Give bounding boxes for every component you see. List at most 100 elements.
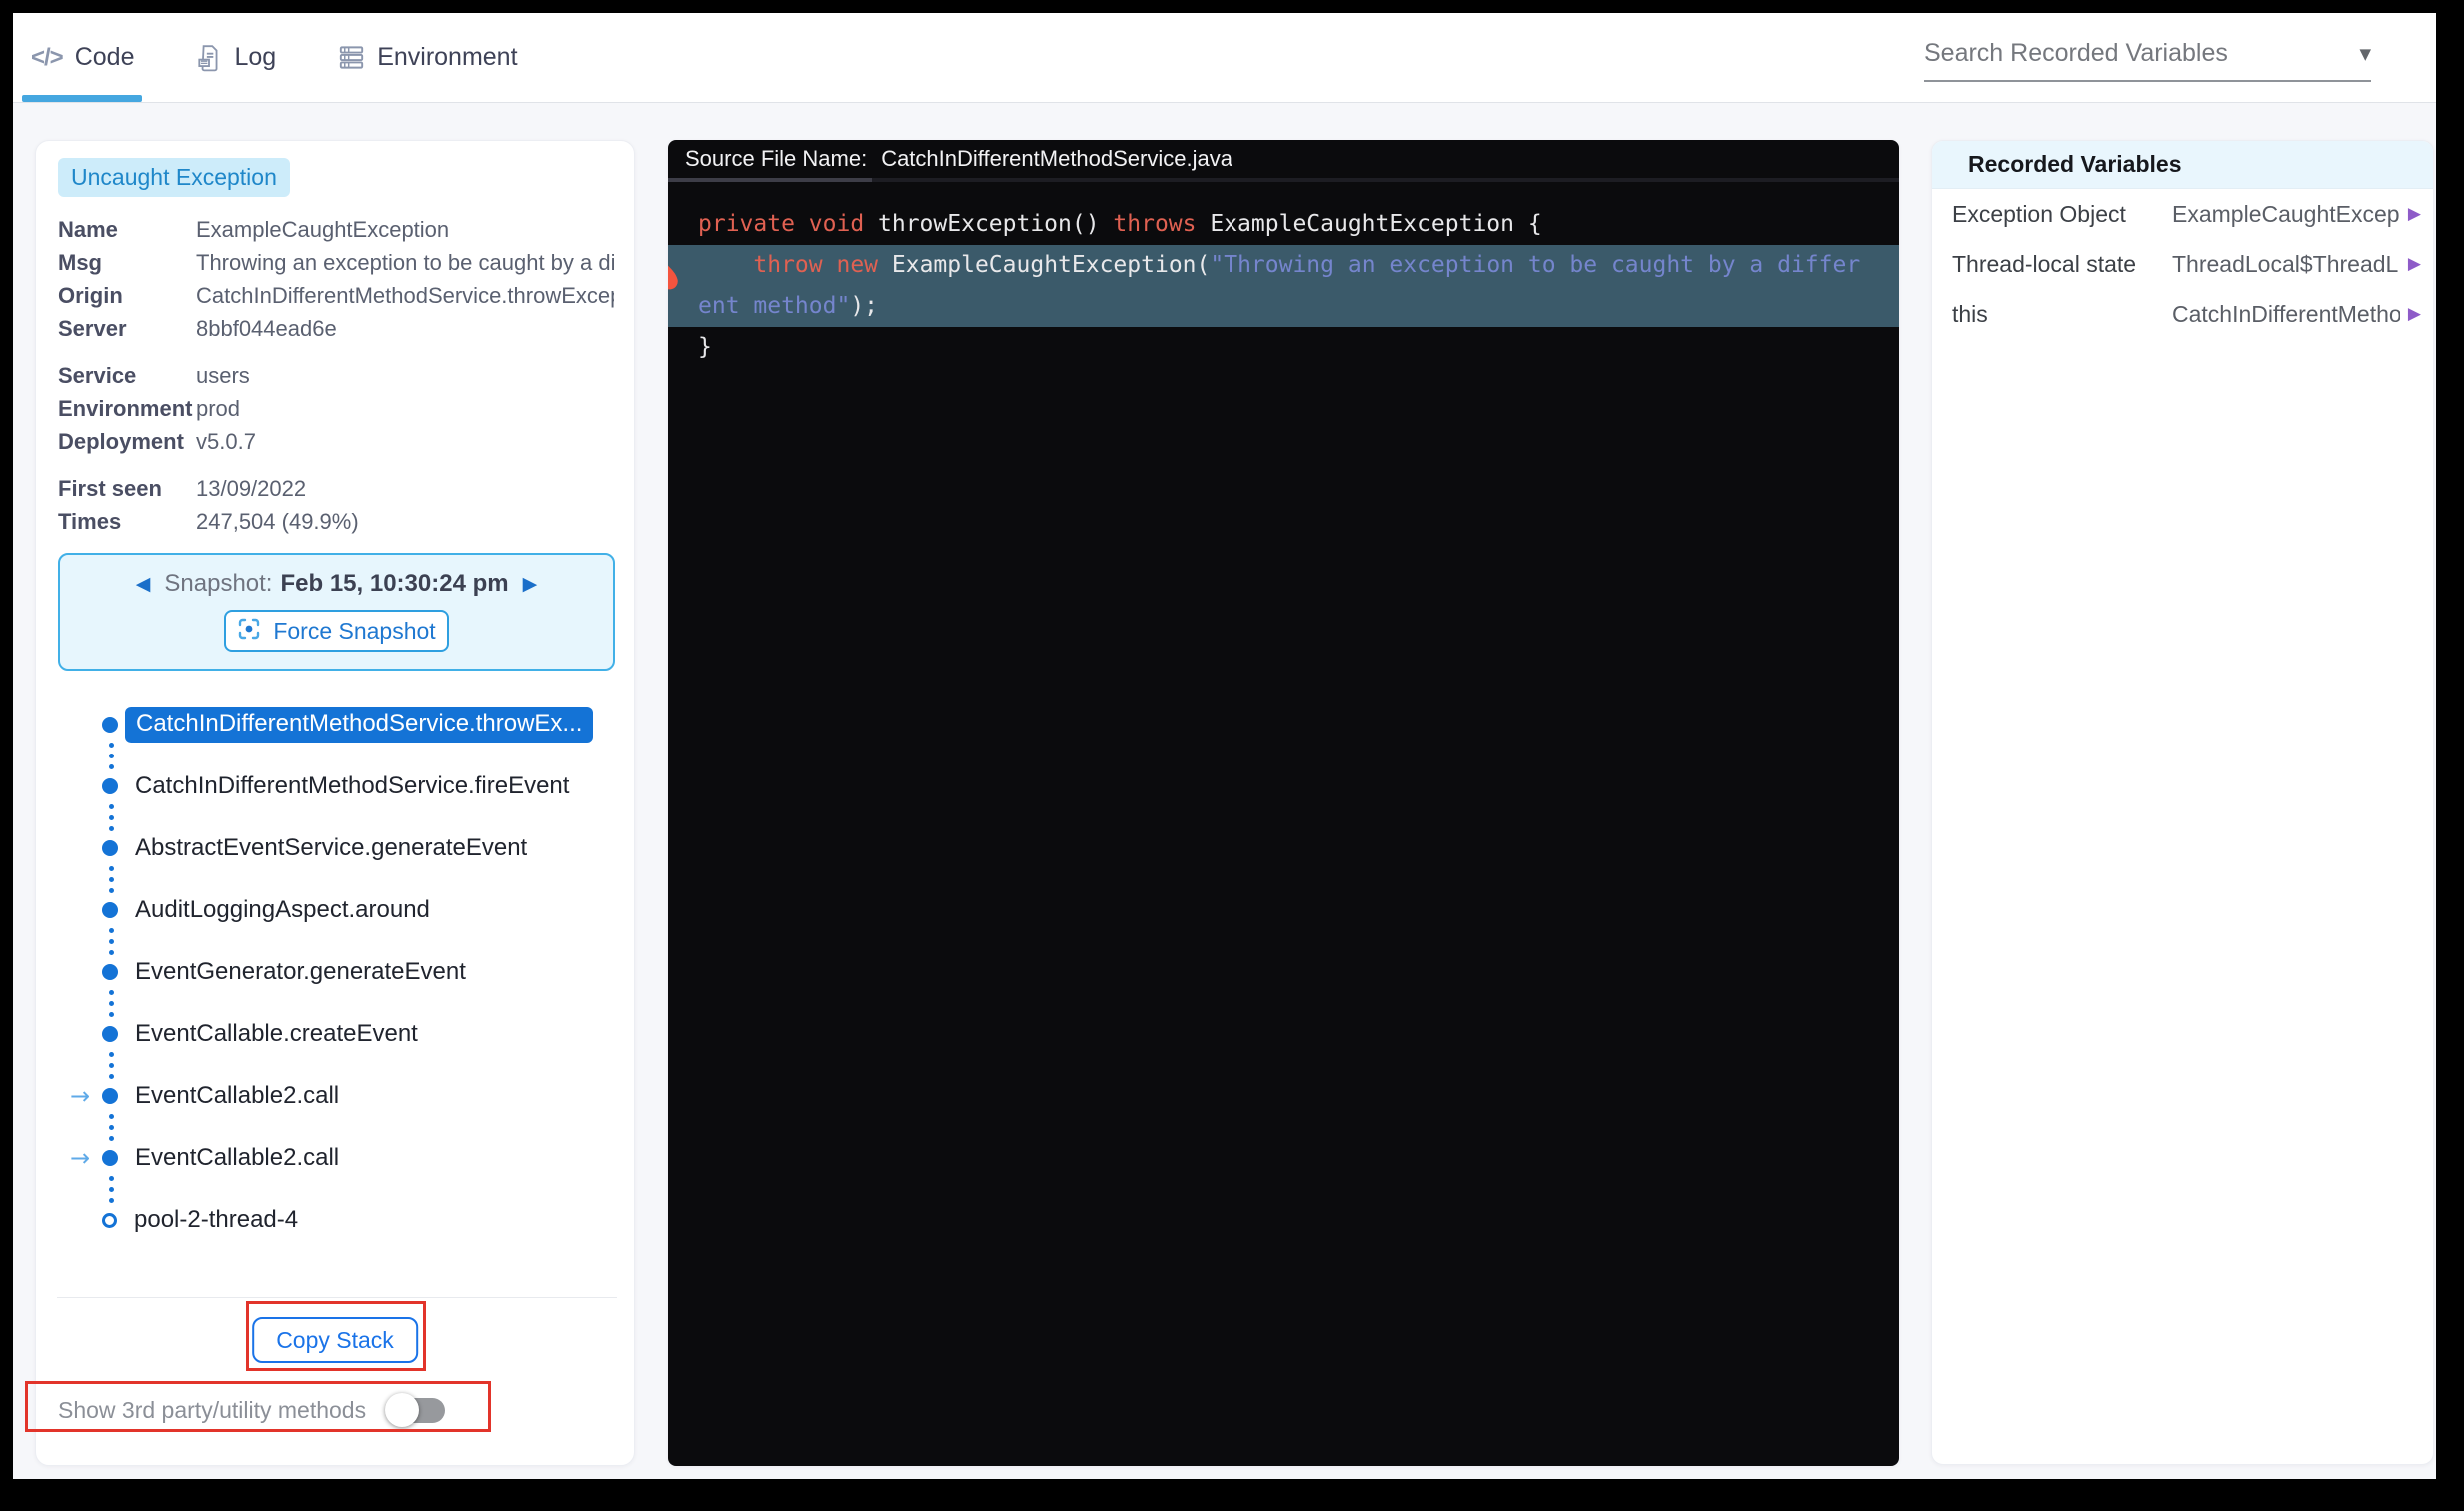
expand-variable-icon[interactable]: ▶ — [2408, 304, 2421, 324]
force-snapshot-button[interactable]: Force Snapshot — [224, 610, 449, 652]
stack-connector — [109, 739, 114, 772]
source-file-header: Source File Name: CatchInDifferentMethod… — [668, 140, 1899, 178]
code-line-3: } — [698, 334, 712, 360]
variable-value: ThreadLocal$ThreadL... — [2172, 250, 2400, 277]
exception-type-badge: Uncaught Exception — [58, 158, 290, 197]
variable-name: this — [1952, 300, 1988, 327]
variable-name: Thread-local state — [1952, 250, 2137, 277]
code-header-divider — [668, 178, 1899, 182]
stack-connector — [109, 862, 114, 896]
source-code-panel: Source File Name: CatchInDifferentMethod… — [668, 140, 1899, 1466]
tab-log[interactable]: Log — [196, 43, 276, 72]
tab-environment-label: Environment — [377, 43, 518, 71]
stack-frame-label: EventCallable.createEvent — [135, 1020, 418, 1047]
stack-frame-label: AuditLoggingAspect.around — [135, 896, 430, 923]
detail-value: prod — [196, 395, 241, 421]
recorded-variables-title: Recorded Variables — [1968, 151, 2182, 177]
source-file-label: Source File Name: — [685, 146, 868, 171]
stack-frame[interactable]: EventCallable.createEvent — [36, 1020, 634, 1048]
third-party-toggle[interactable] — [385, 1392, 446, 1427]
stack-frame-label: AbstractEventService.generateEvent — [135, 834, 528, 861]
detail-value: users — [196, 362, 250, 388]
stack-connector — [109, 924, 114, 958]
detail-label: Origin — [58, 282, 123, 308]
detail-value: ExampleCaughtException — [196, 216, 450, 242]
detail-label: Environment — [58, 395, 193, 421]
stack-frame[interactable]: → EventCallable2.call — [36, 1082, 634, 1110]
stack-frame-dot-icon — [102, 1026, 118, 1042]
stack-trace-list: CatchInDifferentMethodService.throwEx...… — [36, 707, 634, 1234]
code-line-2a: throw new ExampleCaughtException("Throwi… — [698, 252, 1861, 278]
tab-code[interactable]: </> Code — [31, 43, 134, 72]
stack-frame[interactable]: AuditLoggingAspect.around — [36, 896, 634, 924]
stack-frame[interactable]: EventGenerator.generateEvent — [36, 958, 634, 986]
app-window: </> Code Log Environment Search Recorded… — [13, 13, 2436, 1479]
stack-frame-dot-icon — [102, 902, 118, 918]
stack-frame-label: pool-2-thread-4 — [134, 1206, 299, 1233]
snapshot-focus-icon — [237, 617, 261, 646]
detail-row-origin: Origin CatchInDifferentMethodService.thr… — [58, 279, 614, 312]
recorded-variables-panel: Recorded Variables Exception Object Exam… — [1931, 140, 2434, 1465]
stack-connector — [109, 1172, 114, 1206]
code-line-1: private void throwException() throws Exa… — [698, 211, 1542, 237]
detail-row-first-seen: First seen 13/09/2022 — [58, 472, 614, 505]
search-recorded-variables-select[interactable]: Search Recorded Variables ▼ — [1924, 39, 2371, 82]
highlighted-code-block: throw new ExampleCaughtException("Throwi… — [668, 245, 1899, 327]
exception-details-panel: Uncaught Exception Name ExampleCaughtExc… — [35, 140, 635, 1466]
stack-frame-dot-icon — [102, 778, 118, 794]
stack-frame-thread[interactable]: pool-2-thread-4 — [36, 1206, 634, 1234]
current-frame-arrow-icon: → — [70, 1082, 91, 1110]
detail-row-times: Times 247,504 (49.9%) — [58, 505, 614, 538]
exception-details: Name ExampleCaughtException Msg Throwing… — [58, 213, 614, 552]
tab-environment[interactable]: Environment — [338, 43, 518, 72]
detail-row-environment: Environment prod — [58, 392, 614, 425]
source-file-name: CatchInDifferentMethodService.java — [881, 146, 1232, 171]
detail-label: Msg — [58, 249, 102, 275]
stack-frame[interactable]: AbstractEventService.generateEvent — [36, 834, 634, 862]
expand-variable-icon[interactable]: ▶ — [2408, 254, 2421, 274]
detail-label: Times — [58, 508, 122, 534]
active-tab-underline — [22, 95, 142, 102]
environment-servers-icon — [338, 44, 365, 71]
stack-frame[interactable]: CatchInDifferentMethodService.fireEvent — [36, 772, 634, 800]
variable-row[interactable]: Thread-local state ThreadLocal$ThreadL..… — [1932, 239, 2433, 289]
chevron-down-icon: ▼ — [2359, 44, 2371, 63]
stack-connector — [109, 986, 114, 1020]
detail-label: Service — [58, 362, 137, 388]
tab-log-label: Log — [234, 43, 277, 71]
detail-row-server: Server 8bbf044ead6e — [58, 312, 614, 345]
next-snapshot-button[interactable]: ▶ — [523, 573, 538, 595]
stack-connector — [109, 800, 114, 834]
stack-connector — [109, 1110, 114, 1144]
variable-value: ExampleCaughtExcept... — [2172, 200, 2400, 227]
force-snapshot-label: Force Snapshot — [273, 617, 436, 644]
stack-frame-dot-icon — [102, 964, 118, 980]
code-editor[interactable]: private void throwException() throws Exa… — [668, 182, 1899, 368]
detail-value: v5.0.7 — [196, 428, 256, 454]
stack-frame[interactable]: CatchInDifferentMethodService.throwEx... — [36, 707, 634, 743]
code-line-2b: ent method"); — [698, 293, 879, 319]
detail-label: Server — [58, 315, 127, 341]
detail-value: Throwing an exception to be caught by a … — [196, 249, 614, 275]
detail-label: Deployment — [58, 428, 184, 454]
variable-row[interactable]: this CatchInDifferentMetho... ▶ — [1932, 289, 2433, 339]
recorded-variables-header: Recorded Variables — [1932, 141, 2433, 189]
search-placeholder: Search Recorded Variables — [1924, 39, 2228, 67]
detail-value: 247,504 (49.9%) — [196, 508, 359, 534]
copy-stack-button[interactable]: Copy Stack — [252, 1317, 418, 1363]
previous-snapshot-button[interactable]: ◀ — [136, 573, 151, 595]
stack-frame[interactable]: → EventCallable2.call — [36, 1144, 634, 1172]
stack-frame-dot-icon — [102, 1150, 118, 1166]
detail-row-deployment: Deployment v5.0.7 — [58, 425, 614, 458]
expand-variable-icon[interactable]: ▶ — [2408, 204, 2421, 224]
detail-row-msg: Msg Throwing an exception to be caught b… — [58, 246, 614, 279]
detail-value: 8bbf044ead6e — [196, 315, 337, 341]
detail-label: First seen — [58, 475, 162, 501]
thread-dot-icon — [102, 1212, 117, 1228]
variable-row[interactable]: Exception Object ExampleCaughtExcept... … — [1932, 189, 2433, 239]
divider — [57, 1297, 617, 1298]
stack-frame-dot-icon — [102, 840, 118, 856]
tab-code-label: Code — [74, 43, 135, 71]
snapshot-box: ◀ Snapshot: Feb 15, 10:30:24 pm ▶ Force … — [58, 553, 615, 671]
stack-frame-label: EventCallable2.call — [135, 1082, 340, 1109]
